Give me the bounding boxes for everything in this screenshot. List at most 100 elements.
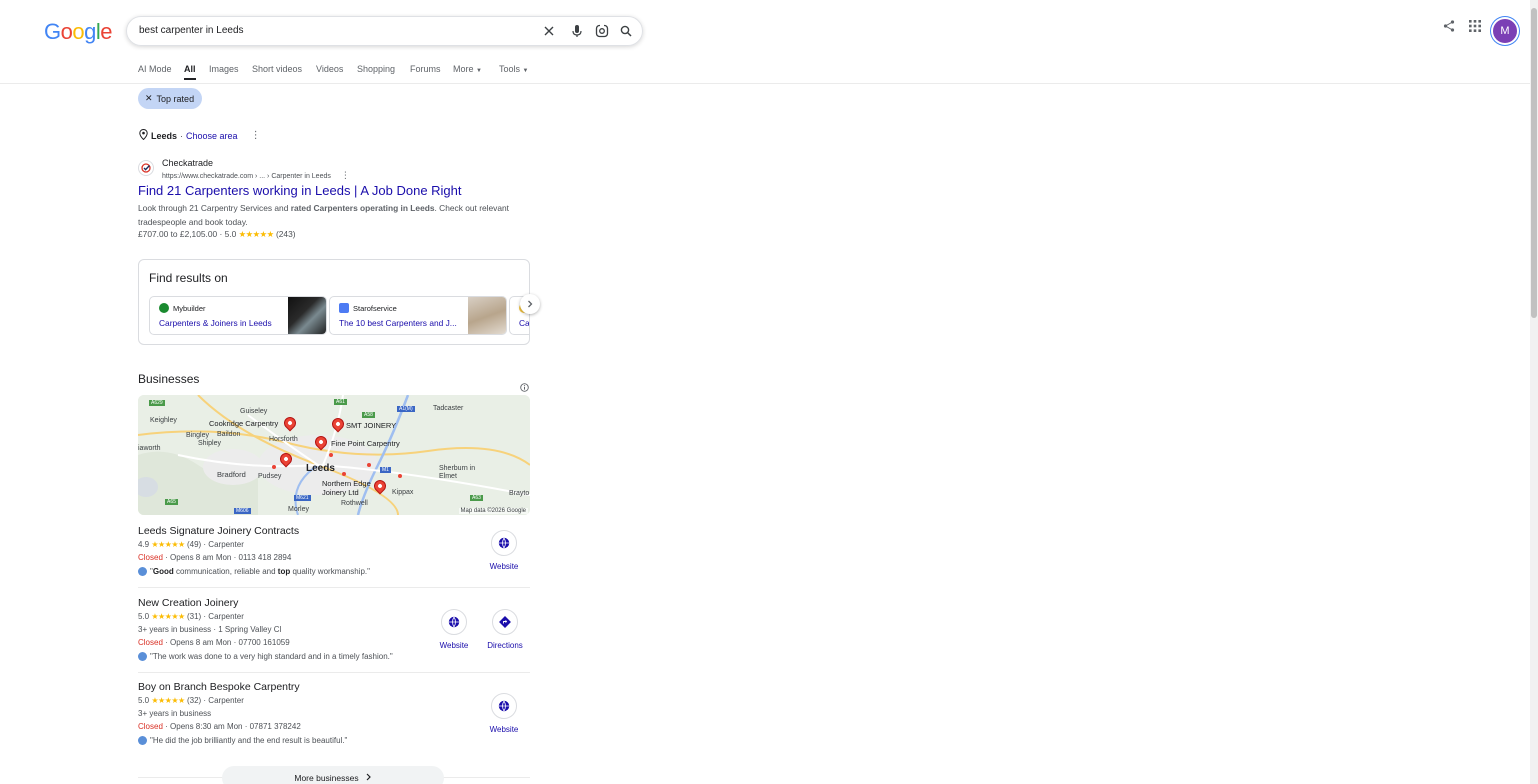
microphone-icon[interactable] [569,23,585,39]
map-place-label: Tadcaster [433,405,464,412]
business-review: "Good communication, reliable and top qu… [138,566,530,576]
website-button[interactable]: Website [434,609,474,650]
listing-divider [138,587,530,588]
business-rating-line: 4.9 ★★★★★ (49) · Carpenter [138,540,244,549]
map-business-label[interactable]: Cookridge Carpentry [209,419,278,428]
scrollbar-thumb[interactable] [1531,8,1537,318]
website-label: Website [489,562,519,571]
tab-forums[interactable]: Forums [410,64,441,74]
road-shield: A65 [165,499,178,505]
tab-shopping[interactable]: Shopping [357,64,395,74]
page-scrollbar[interactable] [1530,0,1538,784]
rating-stars: ★★★★★ [151,612,185,621]
map-dot[interactable] [329,453,333,457]
map-place-label: iaworth [138,445,161,452]
carousel-next-button[interactable] [520,294,540,314]
review-text: "He did the job brilliantly and the end … [150,735,348,745]
business-hours: Opens 8 am Mon [170,638,232,647]
map-business-label[interactable]: Fine Point Carpentry [331,439,400,448]
tab-ai-mode[interactable]: AI Mode [138,64,172,74]
map-place-label: Horsforth [269,436,298,443]
close-icon[interactable]: ✕ [145,93,153,104]
card-link[interactable]: Carpenters & Joiners in Leeds [159,318,272,328]
map-place-label: Shipley [198,440,221,447]
business-name[interactable]: Boy on Branch Bespoke Carpentry [138,681,530,693]
business-review: "He did the job brilliantly and the end … [138,735,530,745]
tabs-divider [0,83,1530,84]
map-place-label: Kippax [392,489,414,496]
search-input[interactable]: best carpenter in Leeds [139,25,244,36]
business-category: Carpenter [208,696,244,705]
location-separator: · [180,130,184,141]
more-businesses-label: More businesses [294,773,359,783]
business-hours-line: Closed · Opens 8 am Mon · 0113 418 2894 [138,553,292,562]
choose-area-link[interactable]: Choose area [186,131,238,141]
map-business-label[interactable]: SMT JOINERY [346,421,396,430]
review-bold: top [277,566,291,576]
directions-button[interactable]: Directions [484,609,526,650]
tab-short-videos[interactable]: Short videos [252,64,302,74]
search-box[interactable]: best carpenter in Leeds [126,16,643,46]
filter-chip-top-rated[interactable]: ✕ Top rated [138,88,203,109]
business-listing[interactable]: Leeds Signature Joinery Contracts 4.9 ★★… [138,525,530,576]
tab-more[interactable]: More ▼ [453,64,482,74]
result-site-name[interactable]: Checkatrade [162,158,213,168]
business-review: "The work was done to a very high standa… [138,651,530,661]
account-avatar[interactable]: M [1493,19,1517,43]
review-part: communication, reliable and [173,566,278,576]
apps-grid-icon[interactable] [1469,20,1481,32]
tab-images[interactable]: Images [209,64,239,74]
clear-icon[interactable] [541,23,557,39]
result-url[interactable]: https://www.checkatrade.com › ... › Carp… [162,170,350,181]
rating-stars: ★★★★★ [238,229,275,239]
more-businesses-button[interactable]: More businesses [222,766,444,784]
rating-stars: ★★★★★ [151,540,185,549]
map-place-label: Brayto [509,490,530,497]
website-button[interactable]: Website [484,530,524,571]
snippet-part: Look through 21 Carpentry Services and [138,203,291,213]
business-review-count: (31) [186,612,202,621]
business-category: Carpenter [208,612,244,621]
directions-icon [492,609,518,635]
card-source: Mybuilder [159,303,206,313]
tab-tools[interactable]: Tools ▼ [499,64,528,74]
map-dot[interactable] [272,465,276,469]
card-link[interactable]: The 10 best Carpenters and J... [339,318,457,328]
result-review-count: (243) [275,229,296,239]
listing-divider [138,672,530,673]
location-place: Leeds [151,130,178,141]
more-options-icon[interactable]: ⋮ [341,170,350,180]
business-name[interactable]: New Creation Joinery [138,597,530,609]
tab-all[interactable]: All [184,64,196,80]
checkatrade-favicon [138,160,154,176]
map-dot[interactable] [398,474,402,478]
search-icon[interactable] [618,23,634,39]
location-pin-icon [139,128,148,142]
map-place-label: Pudsey [258,473,282,480]
find-results-title: Find results on [149,271,228,285]
find-results-on-panel: Find results on Mybuilder Carpenters & J… [138,259,530,345]
google-logo[interactable]: Google [44,19,113,45]
business-listing[interactable]: Boy on Branch Bespoke Carpentry 5.0 ★★★★… [138,681,530,745]
find-results-card-mybuilder[interactable]: Mybuilder Carpenters & Joiners in Leeds [149,296,327,335]
business-name[interactable]: Leeds Signature Joinery Contracts [138,525,530,537]
card-link[interactable]: Ca [519,318,529,328]
share-icon[interactable] [1443,20,1455,32]
result-title-link[interactable]: Find 21 Carpenters working in Leeds | A … [138,183,462,198]
website-button[interactable]: Website [484,693,524,734]
lens-icon[interactable] [594,23,610,39]
review-text: "The work was done to a very high standa… [150,651,393,661]
more-options-icon[interactable]: ⋮ [251,130,261,141]
website-label: Website [489,725,519,734]
tab-videos[interactable]: Videos [316,64,343,74]
result-url-text: https://www.checkatrade.com › ... › Carp… [162,173,331,180]
find-results-card-starofservice[interactable]: Starofservice The 10 best Carpenters and… [329,296,507,335]
map-dot[interactable] [367,463,371,467]
business-status: Closed [138,553,163,562]
map-dot[interactable] [342,472,346,476]
card-thumbnail [468,297,506,334]
businesses-map[interactable]: A629 A61 A58 A1(M) M1 M621 M606 A65 A63 … [138,395,530,515]
business-phone: 07700 161059 [238,638,290,647]
result-snippet: Look through 21 Carpentry Services and r… [138,202,528,229]
map-place-label: Sherburn in Elmet [439,465,476,480]
